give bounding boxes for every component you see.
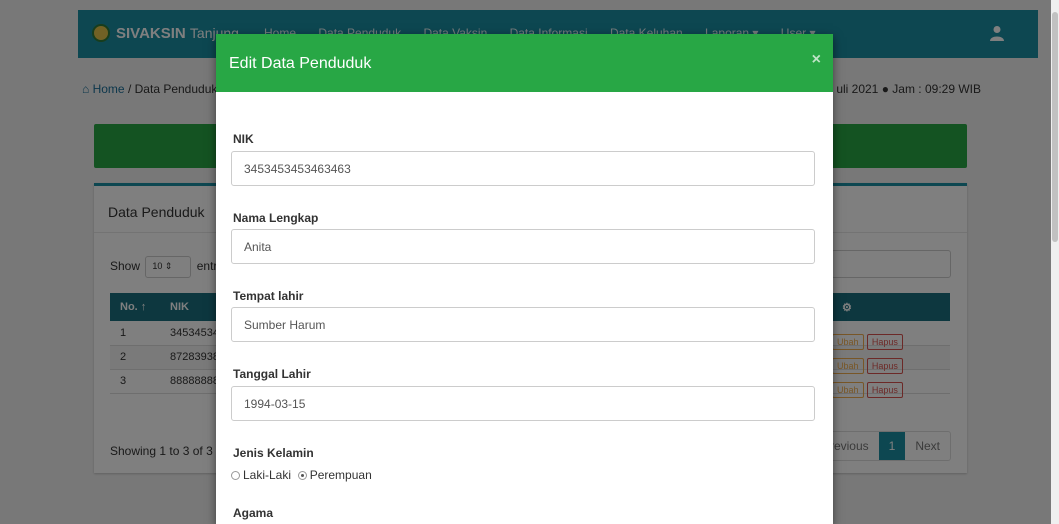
edit-modal: Edit Data Penduduk × NIK 345345345346346… bbox=[216, 34, 833, 524]
tanggal-label: Tanggal Lahir bbox=[233, 367, 311, 381]
radio-laki[interactable] bbox=[231, 471, 240, 480]
radio-perempuan-label[interactable]: Perempuan bbox=[310, 468, 372, 482]
scrollbar-thumb[interactable] bbox=[1052, 12, 1058, 242]
tempat-field[interactable]: Sumber Harum bbox=[231, 307, 815, 342]
agama-label: Agama bbox=[233, 506, 274, 520]
radio-perempuan[interactable] bbox=[297, 471, 307, 480]
nik-field[interactable]: 3453453453463463 bbox=[231, 151, 815, 186]
modal-header: Edit Data Penduduk × bbox=[216, 34, 833, 92]
nama-label: Nama Lengkap bbox=[233, 211, 319, 225]
modal-title: Edit Data Penduduk bbox=[229, 55, 372, 72]
radio-laki-label[interactable]: Laki-Laki bbox=[243, 468, 291, 482]
scrollbar[interactable] bbox=[1051, 0, 1059, 524]
tempat-label: Tempat lahir bbox=[233, 289, 304, 303]
nik-label: NIK bbox=[233, 132, 254, 146]
nama-field[interactable]: Anita bbox=[231, 229, 815, 264]
jk-radios: Laki-Laki Perempuan bbox=[231, 468, 372, 482]
jk-label: Jenis Kelamin bbox=[233, 446, 314, 460]
close-icon[interactable]: × bbox=[812, 51, 821, 69]
tanggal-field[interactable]: 1994-03-15 bbox=[231, 386, 815, 421]
